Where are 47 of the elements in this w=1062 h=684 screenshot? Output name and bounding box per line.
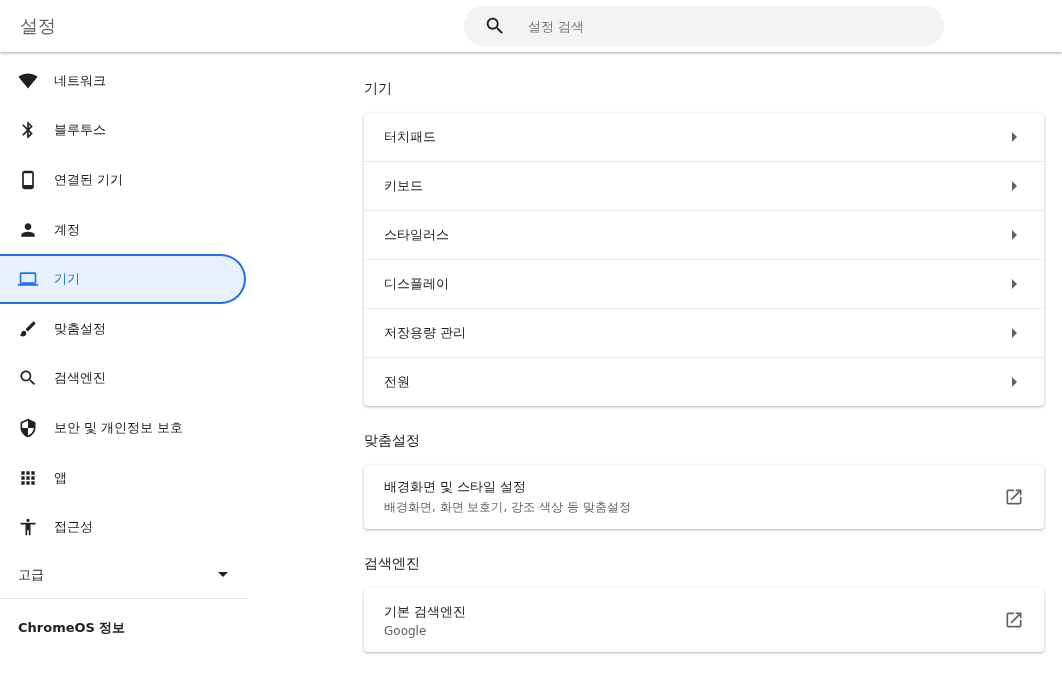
section-title: 맞춤설정 [364,432,421,450]
sidebar-item[interactable]: 보안 및 개인정보 보호 [0,403,246,453]
row-label: 배경화면 및 스타일 설정 [384,478,528,496]
arrow-right-icon [1012,181,1017,191]
row-subtitle: 배경화면, 화면 보호기, 강조 색상 등 맞춤설정 [384,499,631,516]
row-label: 터치패드 [384,128,436,146]
sidebar-item[interactable]: 검색엔진 [0,353,246,404]
row-label: 전원 [384,373,410,391]
settings-row[interactable]: 터치패드 [364,113,1044,161]
arrow-right-icon [1012,377,1017,387]
page-title: 설정 [19,14,57,38]
sidebar-item[interactable]: 블루투스 [0,105,246,156]
arrow-right-icon [1012,230,1017,240]
sidebar-item[interactable]: 앱 [0,452,246,503]
search-field[interactable]: 설정 검색 [464,6,944,46]
sidebar-item[interactable]: 기기 [0,254,246,304]
settings-row[interactable]: 저장용량 관리 [364,308,1044,357]
sidebar-item[interactable]: 네트워크 [0,56,246,106]
settings-row[interactable]: 기본 검색엔진 Google [364,588,1044,652]
settings-row[interactable]: 디스플레이 [364,259,1044,308]
advanced-toggle[interactable]: 고급 [0,551,248,599]
arrow-right-icon [1012,132,1017,142]
about-link[interactable]: ChromeOS 정보 [0,598,248,657]
arrow-right-icon [1012,328,1017,338]
row-label: 기본 검색엔진 [384,602,467,621]
external-link-icon [1004,610,1024,630]
sidebar-item[interactable]: 맞춤설정 [0,303,246,354]
row-label: 디스플레이 [384,275,449,293]
settings-row[interactable]: 전원 [364,357,1044,406]
shield-icon [18,417,38,438]
settings-row[interactable]: 배경화면 및 스타일 설정 배경화면, 화면 보호기, 강조 색상 등 맞춤설정 [364,465,1044,529]
section-title: 검색엔진 [364,555,421,573]
sidebar-item[interactable]: 접근성 [0,502,246,552]
row-label: 스타일러스 [384,226,449,244]
section-title: 기기 [364,80,393,98]
row-label: 저장용량 관리 [384,324,467,342]
settings-row[interactable]: 키보드 [364,161,1044,210]
external-link-icon [1004,487,1024,507]
settings-row[interactable]: 스타일러스 [364,210,1044,259]
sidebar-item[interactable]: 연결된 기기 [0,155,246,205]
caret-icon [218,572,228,578]
accessibility-icon [18,517,38,538]
sidebar-item[interactable]: 계정 [0,204,246,255]
search-icon [484,15,506,37]
row-label: 키보드 [384,177,423,195]
row-subtitle: Google [384,623,428,638]
arrow-right-icon [1012,279,1017,289]
